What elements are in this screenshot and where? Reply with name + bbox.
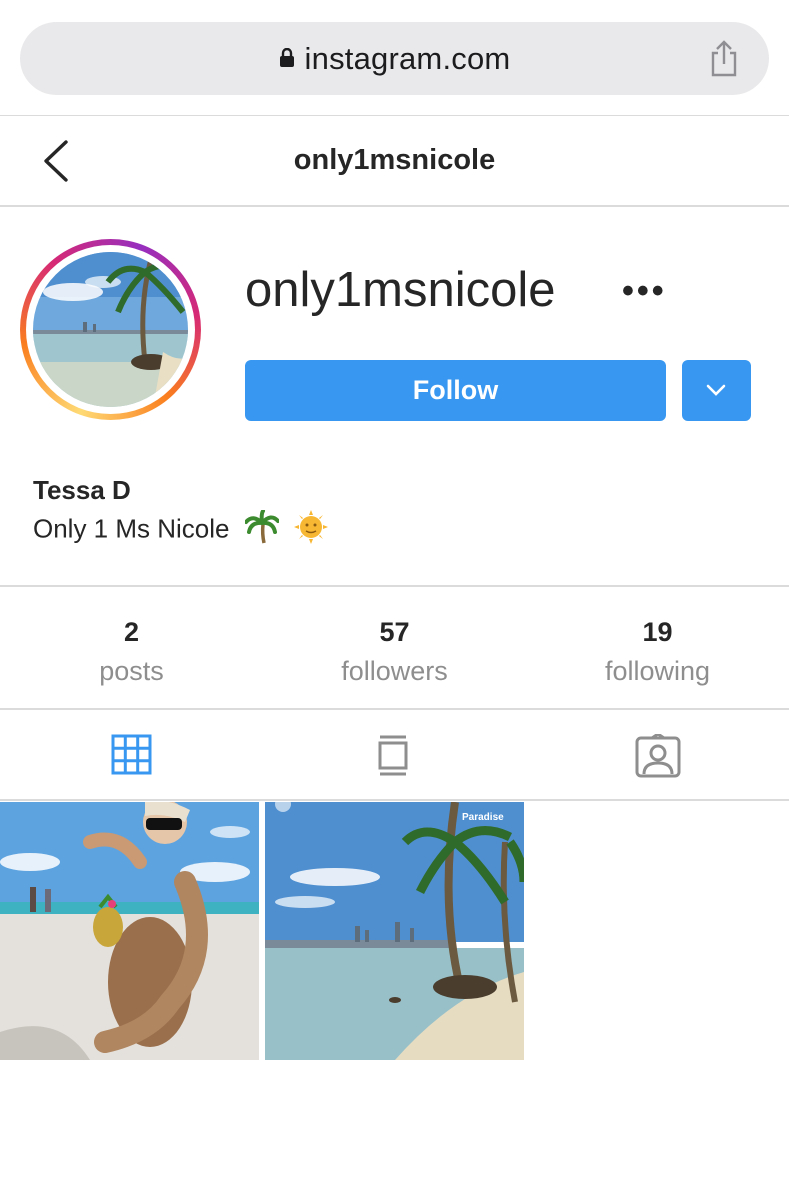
post-thumbnail[interactable] [0, 802, 259, 1060]
profile-nav-bar: only1msnicole [0, 116, 789, 207]
stat-value: 2 [123, 617, 140, 647]
stat-label: following [604, 656, 711, 686]
stat-posts[interactable]: 2 posts [0, 617, 263, 687]
tab-feed[interactable] [263, 710, 526, 799]
address-bar[interactable]: instagram.com [20, 22, 769, 95]
more-options-icon[interactable]: ••• [622, 272, 667, 311]
address-url: instagram.com [304, 41, 511, 76]
share-icon[interactable] [709, 39, 739, 82]
lock-icon [279, 40, 295, 76]
profile-bio: Only 1 Ms Nicole [33, 509, 328, 551]
stat-value: 57 [379, 617, 410, 647]
profile-full-name: Tessa D [33, 475, 131, 505]
post-thumbnail[interactable]: Paradise [265, 802, 524, 1060]
tab-tagged[interactable] [526, 710, 789, 799]
tab-grid[interactable] [0, 710, 263, 799]
profile-stats: 2 posts 57 followers 19 following [0, 585, 789, 710]
feed-icon [378, 735, 408, 776]
suggested-accounts-button[interactable] [682, 360, 751, 421]
chevron-down-icon [706, 384, 726, 396]
profile-username: only1msnicole [245, 263, 556, 317]
follow-button[interactable]: Follow [245, 360, 666, 421]
stat-followers[interactable]: 57 followers [263, 617, 526, 687]
address-text-container: instagram.com [20, 41, 769, 79]
post-caption-sticker: Paradise [462, 812, 504, 823]
stat-label: followers [341, 656, 448, 686]
profile-tabs [0, 710, 789, 801]
stat-following[interactable]: 19 following [526, 617, 789, 687]
grid-icon [111, 734, 152, 775]
stat-label: posts [99, 656, 164, 686]
tagged-icon [635, 734, 681, 778]
stat-value: 19 [642, 617, 673, 647]
avatar [33, 252, 188, 407]
browser-toolbar: instagram.com [0, 0, 789, 116]
story-ring[interactable] [20, 239, 201, 420]
sun-face-emoji-icon [293, 510, 328, 551]
bio-text: Only 1 Ms Nicole [33, 513, 230, 544]
palm-tree-emoji-icon [243, 509, 280, 551]
avatar-border [26, 245, 195, 414]
nav-title: only1msnicole [293, 144, 496, 176]
